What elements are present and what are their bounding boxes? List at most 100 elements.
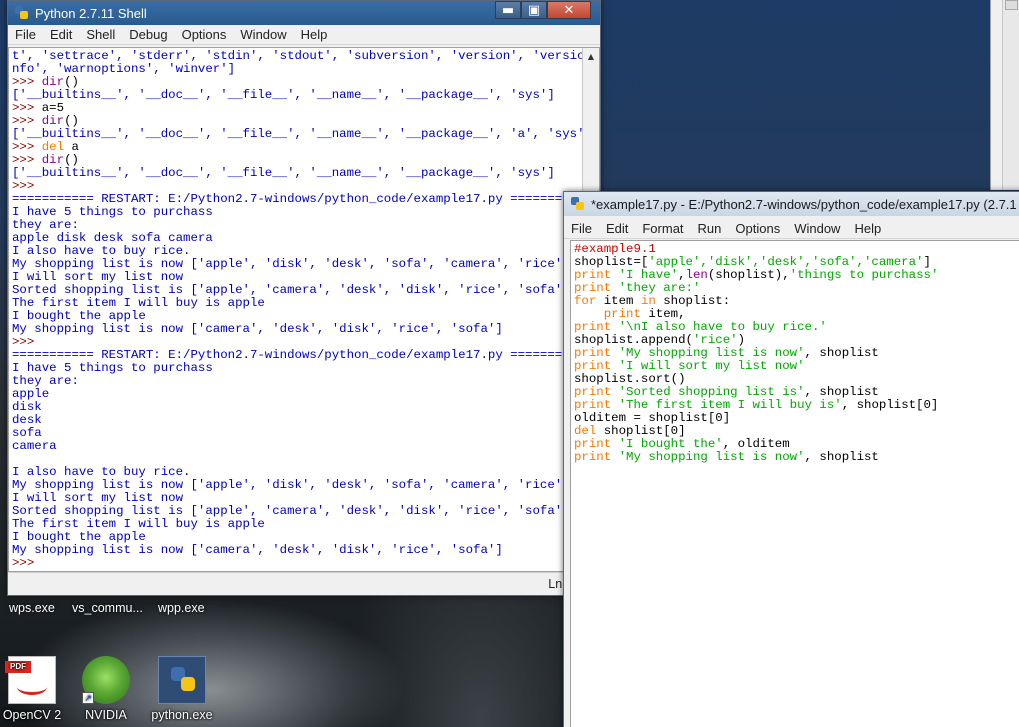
shell-token: The first item I will buy is apple xyxy=(12,296,265,310)
editor-token: item, xyxy=(640,307,686,321)
shell-line: >>> a=5 xyxy=(12,102,599,115)
menu-window[interactable]: Window xyxy=(233,27,293,42)
python-shell-window[interactable]: Python 2.7.11 Shell ▬ ▣ ✕ File Edit Shel… xyxy=(7,0,601,596)
shell-line: I have 5 things to purchass xyxy=(12,362,599,375)
desktop-icon-nvidia[interactable]: ↗ NVIDIA xyxy=(66,656,146,722)
editor-token: , olditem xyxy=(722,437,790,451)
shell-line: ['__builtins__', '__doc__', '__file__', … xyxy=(12,128,599,141)
minimize-button[interactable]: ▬ xyxy=(495,1,521,19)
shell-line: I have 5 things to purchass xyxy=(12,206,599,219)
menu-edit[interactable]: Edit xyxy=(43,27,79,42)
menu-debug[interactable]: Debug xyxy=(122,27,174,42)
menu-run[interactable]: Run xyxy=(691,221,729,236)
editor-token: print xyxy=(574,346,612,360)
shell-token: del xyxy=(41,140,65,154)
shell-token: I will sort my list now xyxy=(12,270,184,284)
shell-token: I have 5 things to purchass xyxy=(12,361,213,375)
editor-token: item xyxy=(596,294,641,308)
desktop-icon-label: NVIDIA xyxy=(85,708,127,722)
editor-text-area[interactable]: #example9.1 shoplist=['apple','disk','des… xyxy=(570,240,1019,727)
background-scrollbar-thumb[interactable] xyxy=(1005,0,1018,10)
editor-token: in xyxy=(640,294,656,308)
shell-token: >>> xyxy=(12,179,42,193)
shell-token: I also have to buy rice. xyxy=(12,244,191,258)
shell-token: ['__builtins__', '__doc__', '__file__', … xyxy=(12,88,555,102)
shell-line: ['__builtins__', '__doc__', '__file__', … xyxy=(12,167,599,180)
close-button[interactable]: ✕ xyxy=(547,1,591,19)
editor-token: 'My shopping list is now' xyxy=(618,346,805,360)
editor-token: 'Sorted shopping list is' xyxy=(618,385,805,399)
background-scrollbar[interactable] xyxy=(1002,0,1019,190)
menu-help[interactable]: Help xyxy=(847,221,888,236)
editor-token xyxy=(611,385,618,399)
menu-edit[interactable]: Edit xyxy=(599,221,635,236)
editor-token: shoplist.sort() xyxy=(574,372,686,386)
editor-token: print xyxy=(574,268,612,282)
shell-token: dir xyxy=(41,75,65,89)
editor-token xyxy=(611,320,618,334)
menu-options[interactable]: Options xyxy=(175,27,234,42)
editor-token xyxy=(574,307,604,321)
shortcut-wpp[interactable]: wpp.exe xyxy=(158,601,205,615)
shell-line: they are: xyxy=(12,375,599,388)
editor-token: print xyxy=(574,281,612,295)
shell-token: dir xyxy=(41,153,65,167)
scroll-up-arrow-icon[interactable]: ▲ xyxy=(583,48,599,64)
shell-token: >>> xyxy=(12,114,42,128)
editor-token: 'rice' xyxy=(692,333,738,347)
shell-token: t', 'settrace', 'stderr', 'stdin', 'stdo… xyxy=(12,49,600,63)
shortcut-wps[interactable]: wps.exe xyxy=(9,601,55,615)
shell-token: My shopping list is now ['apple', 'disk'… xyxy=(12,257,570,271)
python-icon xyxy=(14,5,30,21)
menu-shell[interactable]: Shell xyxy=(79,27,122,42)
shell-token: they are: xyxy=(12,218,79,232)
editor-token: print xyxy=(574,385,612,399)
desktop-icon-opencv[interactable]: PDF OpenCV 2 xyxy=(0,656,72,722)
shell-line: disk xyxy=(12,401,599,414)
background-window-edge xyxy=(990,0,1019,190)
maximize-button[interactable]: ▣ xyxy=(521,1,547,19)
shell-output-area[interactable]: t', 'settrace', 'stderr', 'stdin', 'stdo… xyxy=(8,47,600,572)
shell-token: a=5 xyxy=(41,101,65,115)
editor-token xyxy=(611,398,618,412)
editor-token: 'I will sort my list now' xyxy=(618,359,805,373)
shell-line: desk xyxy=(12,414,599,427)
menu-format[interactable]: Format xyxy=(635,221,690,236)
shell-token: I bought the apple xyxy=(12,309,146,323)
python-icon xyxy=(158,656,206,704)
desktop-icon-label: python.exe xyxy=(151,708,213,722)
shell-window-controls: ▬ ▣ ✕ xyxy=(495,1,591,21)
editor-token: 'they are:' xyxy=(618,281,701,295)
editor-line: print 'My shopping list is now', shoplis… xyxy=(574,451,1019,464)
editor-token: shoplist[0] xyxy=(596,424,686,438)
shortcut-vs-community[interactable]: vs_commu... xyxy=(72,601,143,615)
editor-token: print xyxy=(574,320,612,334)
shell-token: I will sort my list now xyxy=(12,491,184,505)
desktop-icon-python[interactable]: python.exe xyxy=(142,656,222,722)
shell-token: () xyxy=(64,114,79,128)
editor-titlebar[interactable]: *example17.py - E:/Python2.7-windows/pyt… xyxy=(564,192,1019,216)
shell-line: sofa xyxy=(12,427,599,440)
shell-token: () xyxy=(64,153,79,167)
shell-token: disk xyxy=(12,400,42,414)
editor-text[interactable]: #example9.1 shoplist=['apple','disk','des… xyxy=(571,241,1019,464)
editor-token: 'My shopping list is now' xyxy=(618,450,805,464)
nvidia-icon: ↗ xyxy=(82,656,130,704)
menu-file[interactable]: File xyxy=(8,27,43,42)
menu-window[interactable]: Window xyxy=(787,221,847,236)
menu-file[interactable]: File xyxy=(564,221,599,236)
editor-token: 'The first item I will buy is' xyxy=(618,398,842,412)
editor-token: olditem = shoplist[0] xyxy=(574,411,731,425)
python-file-icon xyxy=(570,196,586,212)
editor-token: '\nI also have to buy rice.' xyxy=(618,320,827,334)
editor-token xyxy=(611,437,618,451)
menu-options[interactable]: Options xyxy=(728,221,787,236)
shell-token: >>> xyxy=(12,153,42,167)
shell-token: My shopping list is now ['camera', 'desk… xyxy=(12,322,503,336)
pdf-icon: PDF xyxy=(5,656,56,704)
menu-help[interactable]: Help xyxy=(294,27,335,42)
editor-window[interactable]: *example17.py - E:/Python2.7-windows/pyt… xyxy=(563,191,1019,727)
editor-token: shoplist.append( xyxy=(574,333,693,347)
editor-token: 'things to purchass' xyxy=(789,268,939,282)
shell-text[interactable]: t', 'settrace', 'stderr', 'stdin', 'stdo… xyxy=(9,48,599,570)
